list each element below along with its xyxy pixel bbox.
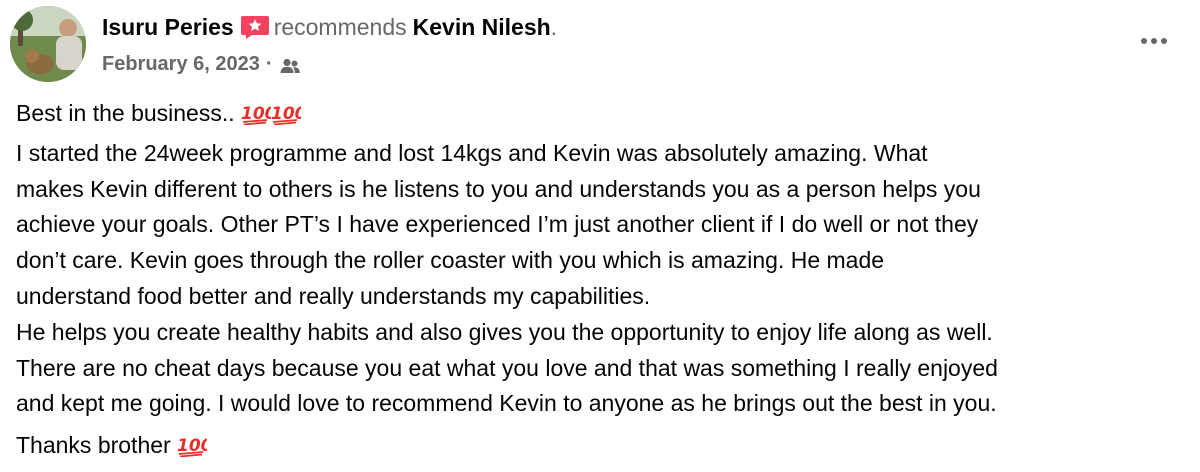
recommendation-post: Isuru Peries recommends Kevin Nilesh . F… [0,0,1200,472]
post-line: and kept me going. I would love to recom… [16,390,997,417]
post-meta: February 6, 2023 · [102,50,301,78]
post-line: don’t care. Kevin goes through the rolle… [16,247,885,274]
avatar-photo [10,6,86,82]
post-closing-text: Thanks brother [16,432,171,459]
more-options-icon [1141,38,1167,44]
post-date[interactable]: February 6, 2023 [102,50,260,78]
post-body: Best in the business.. 100100 I started … [16,96,1196,468]
avatar[interactable] [10,6,86,82]
post-line: understand food better and really unders… [16,282,651,309]
header-trailing-period: . [550,14,558,40]
hundred-points-emoji: 100 [177,432,213,468]
recommends-label: recommends [273,14,407,40]
post-line: makes Kevin different to others is he li… [16,175,981,202]
recommendation-badge-icon [240,14,270,40]
friends-audience-icon[interactable] [279,55,301,73]
recommended-page-name[interactable]: Kevin Nilesh [413,12,551,42]
hundred-points-emoji: 100 [241,100,277,136]
author-name[interactable]: Isuru Peries [102,12,234,42]
post-line: He helps you create healthy habits and a… [16,318,993,345]
post-line: achieve your goals. Other PT’s I have ex… [16,211,979,238]
post-line: There are no cheat days because you eat … [16,354,998,381]
post-line: Best in the business.. 100100 [16,96,1196,136]
more-options-button[interactable] [1134,30,1174,52]
hundred-points-emoji: 100 [271,100,307,136]
post-line: I started the 24week programme and lost … [16,139,928,166]
post-closing-line: Thanks brother 100 [16,428,1196,468]
post-line-text: Best in the business.. [16,100,235,126]
meta-separator: · [265,53,273,75]
post-header: Isuru Peries recommends Kevin Nilesh . [102,12,557,42]
